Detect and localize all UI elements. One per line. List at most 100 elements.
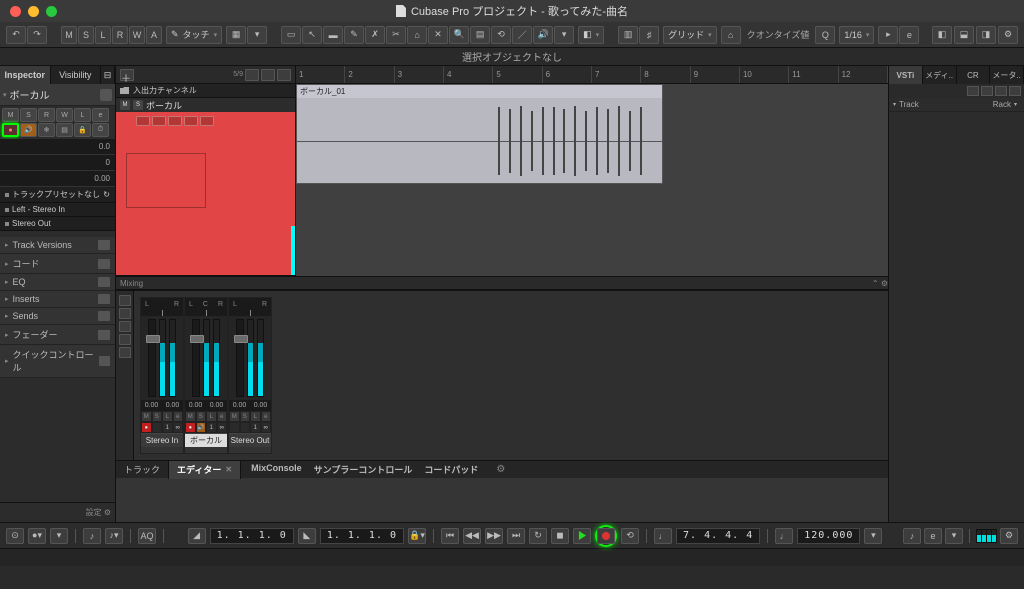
automation-mode-dropdown[interactable]: ✎タッチ [166,26,222,44]
right-locator-display[interactable]: 1. 1. 1. 0 [320,528,404,544]
track-preset-selector[interactable]: トラックプリセットなし↻ [0,187,115,203]
track-find-button[interactable] [277,69,291,81]
close-window-button[interactable] [10,6,21,17]
stop-button[interactable]: ◼ [551,528,569,544]
fader[interactable] [148,319,156,397]
pan-value[interactable]: 0 [0,155,115,171]
ch-link[interactable]: ∞ [261,422,272,433]
right-zone-toggle[interactable]: ◨ [976,26,996,44]
midi-rec-mode-button[interactable]: ♪ [83,528,101,544]
audio-rec-mode-button[interactable]: ▾ [50,528,68,544]
cycle-button[interactable]: ↻ [529,528,547,544]
inspector-setup[interactable]: 設定 ⚙ [0,502,115,522]
track-rec-button[interactable] [136,116,150,126]
lz-visibility-button[interactable] [119,295,131,306]
lower-zone-toggle[interactable]: ⬓ [954,26,974,44]
fader[interactable] [192,319,200,397]
play-tool[interactable]: 🔊 [533,26,553,44]
undo-button[interactable]: ↶ [6,26,26,44]
output-routing[interactable]: Stereo Out [0,217,115,231]
ruler-bar[interactable]: 7 [592,66,641,83]
ruler-bar[interactable]: 6 [543,66,592,83]
monitor-button[interactable]: 🔊 [20,123,37,137]
play-button[interactable] [573,528,591,544]
track-row-vocal[interactable]: M S ボーカル [116,98,295,276]
draw-tool[interactable]: ✎ [344,26,364,44]
solo-button[interactable]: S [20,108,37,122]
tab-sampler-control[interactable]: サンプラーコントロール [314,463,413,476]
lock-button[interactable]: 🔒 [74,123,91,137]
autoscroll-settings-button[interactable]: ▾ [247,26,267,44]
tab-media[interactable]: メディ.. [923,66,957,84]
comp-tool[interactable]: ▤ [470,26,490,44]
track-filter-button[interactable] [245,69,259,81]
rp-prev-button[interactable] [981,86,993,96]
color-dropdown[interactable]: ◧ [578,26,604,44]
goto-end-button[interactable]: ⏭ [507,528,525,544]
ruler-bar[interactable]: 4 [444,66,493,83]
channel-stereo-in[interactable]: LR 0.000.00 MSLe ●1∞ Stereo In [140,297,184,454]
ruler-bar[interactable]: 5 [493,66,542,83]
rp-settings-button[interactable] [1009,86,1021,96]
record-button[interactable] [597,528,615,544]
add-track-button[interactable]: ＋ [120,69,134,81]
tab-chord-pad[interactable]: コードパッド [424,463,478,476]
ruler-bar[interactable]: 12 [839,66,888,83]
rewind-button[interactable]: ◀◀ [463,528,481,544]
channel-name[interactable]: ボーカル [185,433,227,447]
primary-time-display[interactable]: 7. 4. 4. 4 [676,528,760,544]
range-tool[interactable]: ▬ [323,26,343,44]
track-write-button[interactable] [184,116,198,126]
redo-button[interactable]: ↷ [27,26,47,44]
snap-mode-dropdown[interactable]: グリッド [663,26,717,44]
left-zone-toggle[interactable]: ◧ [932,26,952,44]
section-fader[interactable]: フェーダー [0,325,115,345]
ruler-bar[interactable]: 1 [296,66,345,83]
punch-out-button[interactable]: ◣ [298,528,316,544]
ruler-bar[interactable]: 11 [789,66,838,83]
line-tool[interactable]: ／ [512,26,532,44]
ch-monitor[interactable] [240,422,251,433]
listen-button[interactable]: L [95,26,111,44]
lz-pictures-button[interactable] [119,334,131,345]
lz-racks-button[interactable] [119,321,131,332]
event-area[interactable]: ボーカル_01 [296,84,888,276]
track-monitor-button[interactable] [152,116,166,126]
selection-tool[interactable]: ▭ [281,26,301,44]
ch-link[interactable]: ∞ [173,422,184,433]
ch-edit[interactable]: e [261,411,272,422]
minimize-window-button[interactable] [28,6,39,17]
constrain-button[interactable]: ⊙ [6,528,24,544]
midi-cycle-mode-button[interactable]: ♪▾ [105,528,123,544]
metronome-button[interactable]: ♪ [903,528,921,544]
ruler-bar[interactable]: 10 [740,66,789,83]
inspector-track-header[interactable]: ▾ ボーカル [0,84,115,106]
setup-window-button[interactable]: ⚙ [998,26,1018,44]
channel-vocal[interactable]: LCR 0.000.00 MSLe ●🔊1∞ ボーカル [184,297,228,454]
input-routing[interactable]: Left - Stereo In [0,203,115,217]
ch-link[interactable]: ∞ [217,422,228,433]
ch-record[interactable]: ● [141,422,152,433]
section-quick-controls[interactable]: クイックコントロール [0,345,115,378]
visibility-tab[interactable]: Visibility [51,66,102,84]
track-mute-button[interactable]: M [120,100,130,110]
quantize-value-dropdown[interactable]: 1/16 [839,26,874,44]
ch-record[interactable]: ● [185,422,196,433]
forward-button[interactable]: ▶▶ [485,528,503,544]
track-misc-button[interactable] [200,116,214,126]
ch-mute[interactable]: M [141,411,152,422]
snap-toggle[interactable]: ▥ [618,26,638,44]
mute-tool[interactable]: ✕ [428,26,448,44]
mute-all-button[interactable]: M [61,26,77,44]
ch-edit[interactable]: e [173,411,184,422]
channel-name[interactable]: Stereo In [141,433,183,447]
write-automation-button[interactable]: W [129,26,145,44]
tempo-menu-button[interactable]: ▾ [864,528,882,544]
timewarp-tool[interactable]: ⟲ [491,26,511,44]
glue-tool[interactable]: ⌂ [407,26,427,44]
ch-mute[interactable]: M [185,411,196,422]
ch-mute[interactable]: M [229,411,240,422]
lz-zones-button[interactable] [119,308,131,319]
goto-start-button[interactable]: ⏮ [441,528,459,544]
track-read-button[interactable] [168,116,182,126]
